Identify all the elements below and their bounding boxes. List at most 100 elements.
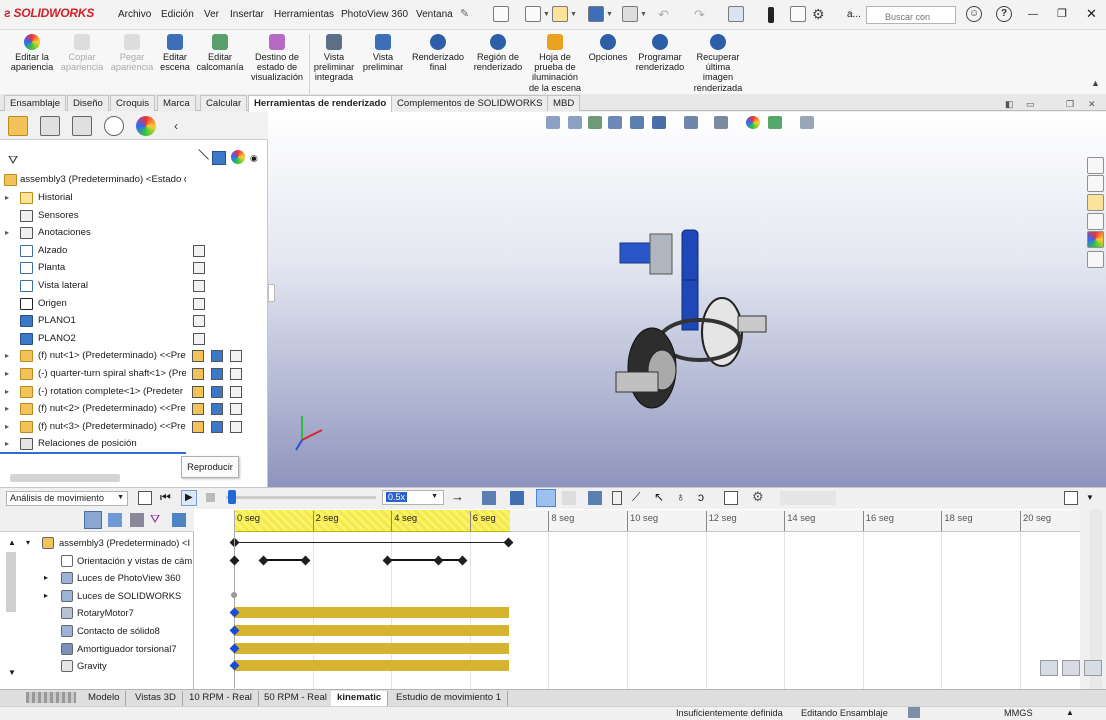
tab-estudio-movimiento-1[interactable]: Estudio de movimiento 1 (390, 691, 509, 706)
spiral-mechanism-model[interactable] (600, 220, 780, 420)
expand-arrow-icon[interactable]: ▸ (5, 400, 9, 417)
contact-icon[interactable]: ♁ (676, 490, 685, 504)
layout-icon[interactable] (1064, 491, 1078, 505)
paste-appearance-button[interactable]: Pegar apariencia (108, 32, 156, 72)
redo-icon[interactable]: ↷ (694, 7, 705, 23)
edit-appearance-button[interactable]: Editar la apariencia (6, 32, 58, 72)
tab-herramientas-renderizado[interactable]: Herramientas de renderizado (248, 95, 393, 112)
zoom-in-timeline-icon[interactable] (1062, 660, 1080, 676)
new-document-icon[interactable] (525, 6, 541, 22)
menu-archivo[interactable]: Archivo (118, 9, 151, 20)
autofit-icon[interactable] (172, 513, 186, 527)
menu-ventana[interactable]: Ventana (416, 9, 453, 20)
simulation-options-icon[interactable] (780, 491, 836, 505)
menu-insertar[interactable]: Insertar (230, 9, 264, 20)
component-state-icon[interactable] (192, 350, 204, 363)
view-settings-icon[interactable] (800, 116, 814, 129)
play-button[interactable]: ▶ (181, 490, 197, 506)
user-label[interactable]: a... (847, 9, 861, 20)
tree-item-nut-1[interactable]: ▸ (f) nut<1> (Predeterminado) <<Pre (0, 347, 268, 364)
motor-icon[interactable] (588, 491, 602, 505)
tab-calcular[interactable]: Calcular (200, 95, 248, 111)
display-column-icon[interactable] (193, 280, 205, 292)
damper-icon[interactable]: ⟋ (632, 490, 640, 505)
filter-animated-icon[interactable] (84, 511, 102, 529)
timeline-slider-thumb[interactable] (228, 490, 236, 504)
display-style-icon[interactable] (684, 116, 698, 129)
menu-ver[interactable]: Ver (204, 9, 219, 20)
configuration-manager-tab-icon[interactable] (72, 116, 92, 136)
home-icon[interactable] (493, 6, 509, 22)
motion-tree-assembly[interactable]: ▾ assembly3 (Predeterminado) <I (0, 534, 194, 552)
open-folder-icon[interactable] (552, 6, 568, 22)
tab-vistas-3d[interactable]: Vistas 3D (129, 691, 183, 706)
tree-item-nut-2[interactable]: ▸ (f) nut<2> (Predeterminado) <<Pre (0, 400, 268, 417)
component-color-icon[interactable] (211, 350, 223, 363)
tree-item-plane1[interactable]: PLANO1 (0, 312, 268, 329)
viewport-restore-icon[interactable]: ❐ (1066, 99, 1074, 110)
chevron-down-icon[interactable]: ▼ (640, 11, 647, 18)
filter-selected-icon[interactable] (130, 513, 144, 527)
tree-item-annotations[interactable]: ▸ Anotaciones (0, 224, 268, 241)
schedule-render-button[interactable]: Programar renderizado (632, 32, 688, 72)
panel-splitter-handle[interactable] (268, 284, 275, 302)
search-input[interactable] (866, 6, 956, 24)
component-color-icon[interactable] (211, 420, 223, 433)
motion-tree-rotary-motor[interactable]: RotaryMotor7 (0, 604, 194, 622)
display-state-target-button[interactable]: Destino de estado de visualización (248, 32, 306, 83)
play-from-start-icon[interactable]: ⏮ (160, 490, 171, 505)
status-units[interactable]: MMGS (1004, 708, 1033, 718)
motion-tree-photoview-lights[interactable]: ▸ Luces de PhotoView 360 (0, 569, 194, 587)
component-appearance-icon[interactable] (230, 350, 242, 363)
tree-item-top-plane[interactable]: Planta (0, 259, 268, 276)
zoom-to-area-icon[interactable] (568, 116, 582, 129)
solidworks-logo[interactable]: ƨ SOLIDWORKS (4, 6, 94, 20)
dimxpert-tab-icon[interactable] (104, 116, 124, 136)
save-animation-icon[interactable] (482, 491, 496, 505)
component-color-icon[interactable] (211, 368, 223, 380)
final-render-button[interactable]: Renderizado final (410, 32, 466, 72)
tree-item-history[interactable]: ▸ Historial (0, 189, 268, 206)
motion-tree-torsional-damper[interactable]: Amortiguador torsional7 (0, 640, 194, 658)
tab-diseno[interactable]: Diseño (67, 95, 109, 111)
expand-arrow-icon[interactable]: ▸ (5, 347, 9, 364)
tree-item-plane2[interactable]: PLANO2 (0, 330, 268, 347)
display-column-icon[interactable] (193, 297, 205, 310)
component-state-icon[interactable] (192, 403, 204, 416)
display-column-icon[interactable] (193, 332, 205, 345)
motion-tree-gravity[interactable]: Gravity (0, 657, 194, 675)
tree-item-origin[interactable]: Origen (0, 295, 268, 312)
chevron-down-icon[interactable]: ▼ (606, 11, 613, 18)
viewport-split-icon[interactable]: ◧ (1005, 99, 1014, 110)
display-column-icon[interactable] (193, 315, 205, 328)
print-icon[interactable] (622, 6, 638, 22)
collapse-panel-icon[interactable]: ‹ (174, 119, 178, 133)
preview-window-button[interactable]: Vista preliminar (360, 32, 406, 72)
component-color-icon[interactable] (211, 385, 223, 398)
results-plot-icon[interactable] (724, 491, 738, 505)
tab-50-rpm-real[interactable]: 50 RPM - Real (258, 691, 334, 706)
tree-item-mates[interactable]: ▸ Relaciones de posición (0, 435, 268, 452)
tree-item-rotation-complete[interactable]: ▸ (-) rotation complete<1> (Predeter (0, 383, 268, 400)
zoom-to-fit-icon[interactable] (546, 116, 560, 129)
view-orientation-icon[interactable] (652, 116, 666, 129)
section-view-icon[interactable] (608, 116, 622, 129)
custom-properties-icon[interactable] (1087, 251, 1104, 268)
add-key-icon[interactable] (562, 491, 576, 505)
playback-mode-icon[interactable]: → (451, 489, 464, 504)
component-appearance-icon[interactable] (230, 368, 242, 380)
copy-appearance-button[interactable]: Copiar apariencia (60, 32, 104, 72)
expand-arrow-icon[interactable]: ▸ (5, 224, 9, 241)
render-region-button[interactable]: Región de renderizado (470, 32, 526, 72)
motion-tree-solidworks-lights[interactable]: ▸ Luces de SOLIDWORKS (0, 587, 194, 605)
recall-last-render-button[interactable]: Recuperar última imagen renderizada (690, 32, 746, 93)
component-appearance-icon[interactable] (230, 403, 242, 416)
help-icon[interactable]: ? (996, 6, 1012, 22)
filter-icon[interactable]: ⛛ (8, 153, 18, 168)
dynamic-annotation-icon[interactable] (630, 116, 644, 129)
file-explorer-icon[interactable] (1087, 194, 1104, 211)
close-button[interactable]: ✕ (1086, 6, 1097, 22)
menu-herramientas[interactable]: Herramientas (274, 9, 334, 20)
tab-ensamblaje[interactable]: Ensamblaje (4, 95, 67, 111)
viewport-close-icon[interactable]: ✕ (1088, 99, 1096, 110)
